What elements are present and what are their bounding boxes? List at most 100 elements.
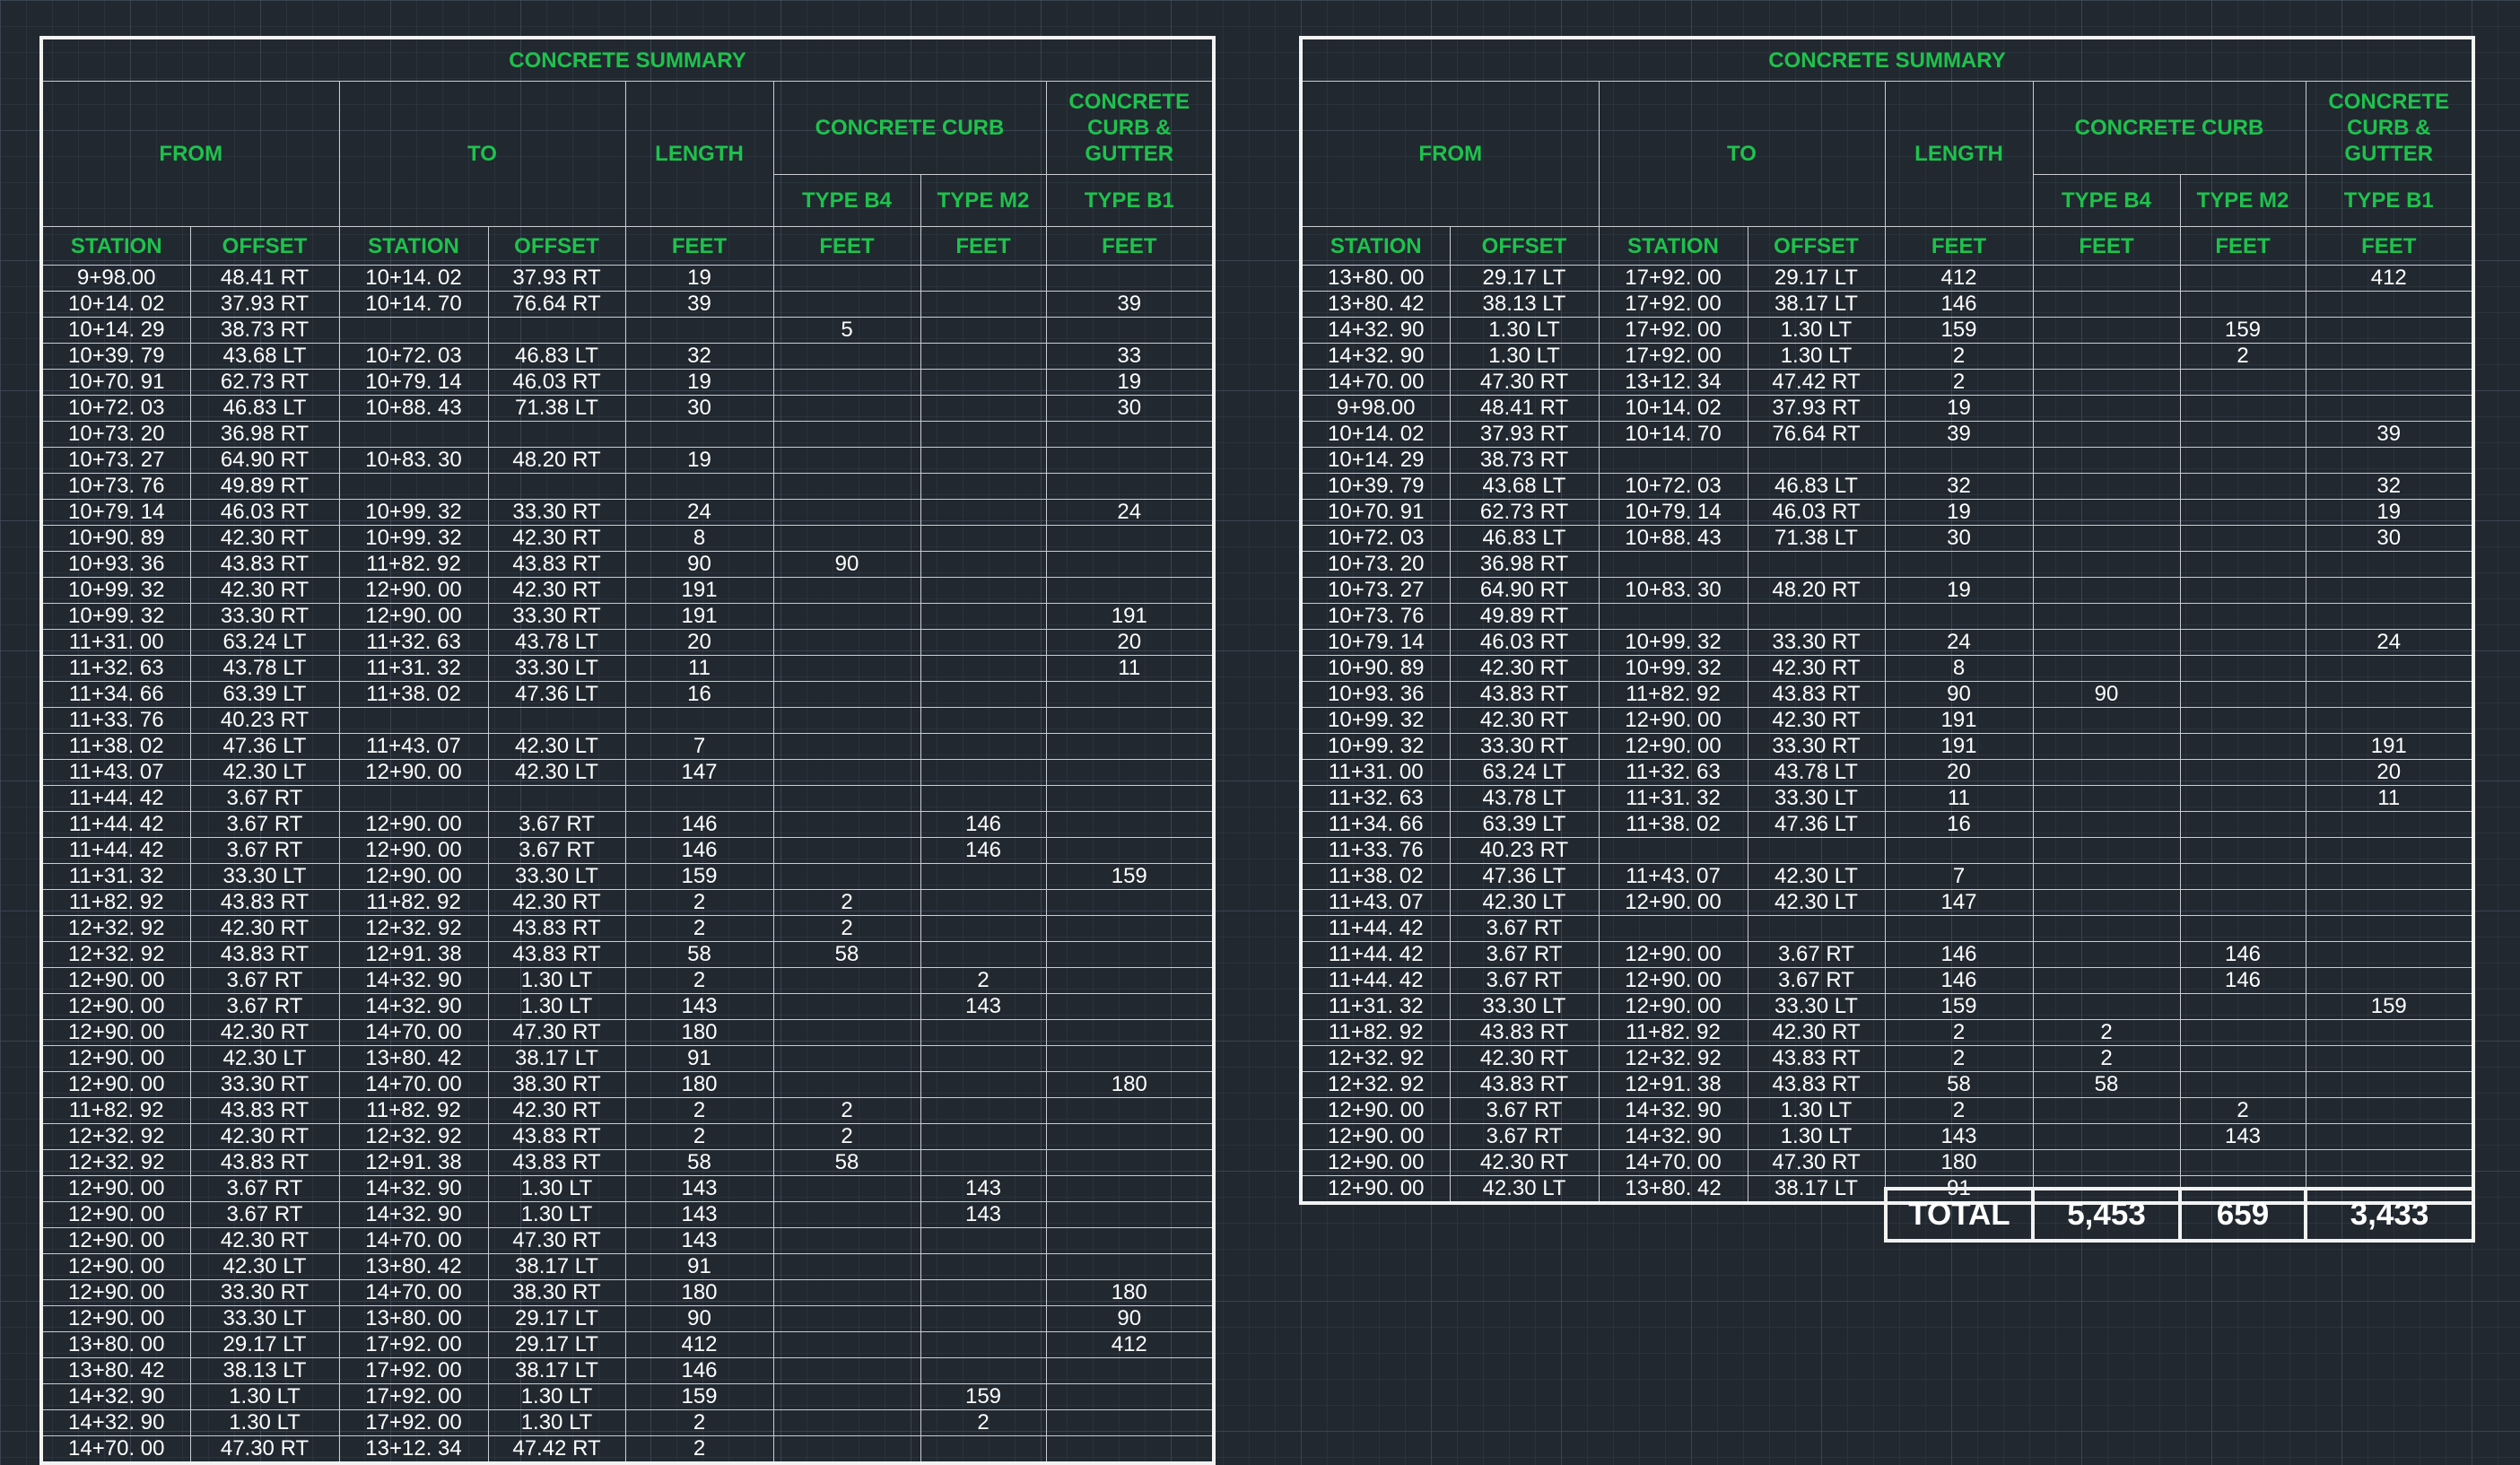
- from-offset-cell: 3.67 RT: [1449, 941, 1600, 968]
- from-offset-cell: 63.24 LT: [189, 629, 340, 656]
- from-station-cell: 11+31. 00: [40, 629, 191, 656]
- type-b4-feet-cell: [772, 1435, 921, 1464]
- from-station-cell: 11+31. 32: [40, 863, 191, 890]
- type-b1-feet-cell: [1045, 421, 1215, 448]
- from-station-cell: 10+70. 91: [1300, 499, 1451, 526]
- total-type-m2: 659: [2178, 1187, 2307, 1243]
- from-station-cell: 10+14. 29: [40, 317, 191, 344]
- to-station-cell: 10+72. 03: [338, 343, 489, 370]
- to-offset-cell: 38.17 LT: [487, 1253, 626, 1280]
- type-b4-feet-cell: [772, 681, 921, 708]
- type-b4-feet-cell: [2032, 551, 2181, 578]
- type-b1-feet-cell: [1045, 707, 1215, 734]
- from-offset-cell: 3.67 RT: [189, 967, 340, 994]
- from-station-cell: 12+32. 92: [40, 1123, 191, 1150]
- type-m2-feet-cell: [920, 1253, 1047, 1280]
- table-row: 11+44. 42 3.67 RT 12+90. 00 3.67 RT 146 146: [40, 811, 1215, 838]
- type-b1-feet-cell: 19: [1045, 369, 1215, 396]
- type-b4-feet-cell: [2032, 473, 2181, 500]
- table-row: 10+79. 14 46.03 RT 10+99. 32 33.30 RT 24 24: [1300, 629, 2474, 656]
- type-b4-feet-cell: [772, 967, 921, 994]
- type-b4-feet-cell: [772, 343, 921, 370]
- type-b4-feet-cell: [772, 577, 921, 604]
- length-feet-cell: 58: [624, 941, 774, 968]
- from-offset-cell: 40.23 RT: [1449, 837, 1600, 864]
- from-offset-cell: 33.30 LT: [189, 1305, 340, 1332]
- to-offset-cell: 38.30 RT: [487, 1279, 626, 1306]
- total-label: TOTAL: [1884, 1187, 2035, 1243]
- type-b1-feet-cell: [2305, 1097, 2474, 1124]
- to-station-cell: 14+70. 00: [1598, 1149, 1748, 1176]
- type-b4-feet-cell: [772, 499, 921, 526]
- table-row: 11+32. 63 43.78 LT 11+31. 32 33.30 LT 11 11: [40, 655, 1215, 682]
- from-offset-cell: 42.30 RT: [189, 1019, 340, 1046]
- length-feet-cell: 39: [1884, 421, 2034, 448]
- length-feet-cell: 11: [1884, 785, 2034, 812]
- station-header: STATION: [1598, 226, 1748, 266]
- length-feet-cell: 91: [624, 1253, 774, 1280]
- to-station-cell: 11+38. 02: [338, 681, 489, 708]
- from-station-cell: 10+73. 27: [40, 447, 191, 474]
- from-station-cell: 10+90. 89: [1300, 655, 1451, 682]
- to-station-cell: 12+90. 00: [1598, 707, 1748, 734]
- type-b1-feet-cell: 39: [1045, 291, 1215, 318]
- length-feet-cell: 191: [624, 577, 774, 604]
- to-offset-cell: 43.78 LT: [1747, 759, 1886, 786]
- type-b1-feet-cell: 159: [1045, 863, 1215, 890]
- type-m2-feet-cell: 159: [920, 1383, 1047, 1410]
- table-row: 11+82. 92 43.83 RT 11+82. 92 42.30 RT 2 2: [40, 1097, 1215, 1124]
- to-station-cell: 10+99. 32: [338, 525, 489, 552]
- from-offset-cell: 3.67 RT: [189, 1201, 340, 1228]
- type-b1-feet-cell: [2305, 291, 2474, 318]
- type-b1-feet-cell: 24: [1045, 499, 1215, 526]
- type-b4-feet-cell: [772, 1305, 921, 1332]
- type-b1-feet-cell: [2305, 811, 2474, 838]
- length-feet-cell: [624, 421, 774, 448]
- from-station-cell: 10+79. 14: [1300, 629, 1451, 656]
- length-feet-cell: [624, 473, 774, 500]
- length-feet-cell: 90: [624, 1305, 774, 1332]
- to-offset-cell: 46.03 RT: [1747, 499, 1886, 526]
- table-row: 11+82. 92 43.83 RT 11+82. 92 42.30 RT 2 2: [1300, 1019, 2474, 1046]
- to-offset-cell: [1747, 603, 1886, 630]
- from-offset-cell: 64.90 RT: [189, 447, 340, 474]
- table-row: 10+72. 03 46.83 LT 10+88. 43 71.38 LT 30 30: [1300, 525, 2474, 552]
- type-m2-feet-cell: [920, 863, 1047, 890]
- from-station-cell: 13+80. 00: [40, 1331, 191, 1358]
- from-offset-cell: 40.23 RT: [189, 707, 340, 734]
- from-station-cell: 11+34. 66: [1300, 811, 1451, 838]
- to-offset-cell: 1.30 LT: [487, 1175, 626, 1202]
- length-feet-cell: [624, 317, 774, 344]
- to-offset-cell: 33.30 RT: [1747, 629, 1886, 656]
- from-offset-cell: 43.83 RT: [1449, 1019, 1600, 1046]
- feet-header: FEET: [2305, 226, 2474, 266]
- from-offset-cell: 43.83 RT: [1449, 681, 1600, 708]
- type-b4-feet-cell: [2032, 291, 2181, 318]
- type-b1-feet-cell: [2305, 603, 2474, 630]
- to-station-cell: 12+32. 92: [1598, 1045, 1748, 1072]
- type-m2-feet-cell: [2179, 1149, 2306, 1176]
- to-offset-cell: 42.30 RT: [487, 889, 626, 916]
- table-row: 12+90. 00 42.30 RT 14+70. 00 47.30 RT 180: [40, 1019, 1215, 1046]
- length-feet-cell: 412: [1884, 265, 2034, 292]
- from-station-cell: 12+32. 92: [40, 941, 191, 968]
- from-offset-cell: 43.83 RT: [189, 941, 340, 968]
- from-offset-cell: 63.24 LT: [1449, 759, 1600, 786]
- type-b4-feet-cell: [772, 1045, 921, 1072]
- from-offset-cell: 43.83 RT: [189, 551, 340, 578]
- type-m2-feet-cell: 2: [2179, 343, 2306, 370]
- to-offset-cell: [487, 785, 626, 812]
- to-offset-cell: 46.83 LT: [1747, 473, 1886, 500]
- type-b4-feet-cell: [772, 473, 921, 500]
- type-b1-feet-cell: [2305, 967, 2474, 994]
- from-offset-cell: 63.39 LT: [189, 681, 340, 708]
- type-b1-feet-cell: [1045, 1201, 1215, 1228]
- from-station-cell: 10+14. 29: [1300, 447, 1451, 474]
- from-station-cell: 11+38. 02: [1300, 863, 1451, 890]
- table-row: 10+73. 27 64.90 RT 10+83. 30 48.20 RT 19: [40, 447, 1215, 474]
- table-row: 13+80. 42 38.13 LT 17+92. 00 38.17 LT 146: [40, 1357, 1215, 1384]
- from-offset-cell: 42.30 RT: [1449, 707, 1600, 734]
- offset-header: OFFSET: [487, 226, 626, 266]
- type-m2-feet-cell: [2179, 707, 2306, 734]
- table-body: 9+98.00 48.41 RT 10+14. 02 37.93 RT 19 10+14.…: [40, 265, 1215, 1464]
